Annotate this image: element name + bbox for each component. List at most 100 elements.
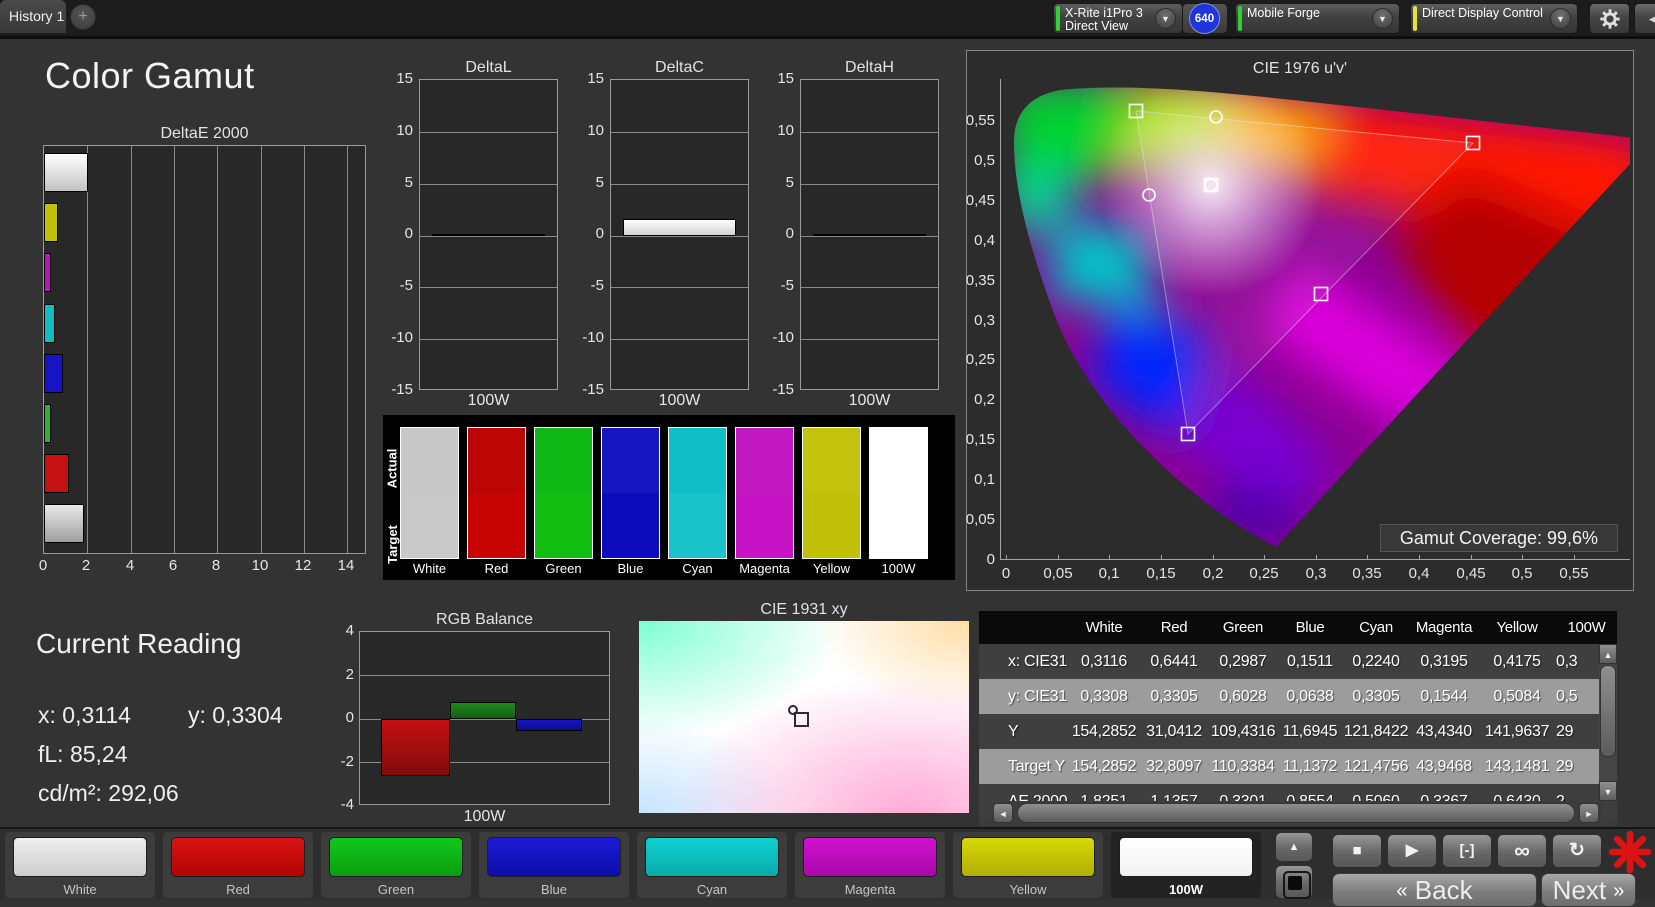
swatch-actual: [602, 428, 659, 493]
collapse-panel-button[interactable]: ◀: [1634, 3, 1655, 34]
table-hscrollbar[interactable]: ◄►: [993, 801, 1603, 825]
delta-ytick: 0: [377, 225, 413, 242]
swatch-label: Yellow: [798, 561, 865, 576]
settings-button[interactable]: [1589, 3, 1630, 34]
continuous-measure-button[interactable]: ∞: [1497, 834, 1547, 868]
display-control-name: Direct Display Control: [1422, 7, 1543, 20]
cie1976-xtick: 0,25: [1242, 565, 1286, 582]
deltae-bar-green: [44, 404, 51, 443]
single-measure-button[interactable]: [-]: [1442, 834, 1492, 868]
table-row-4: Target Y154,285232,8097110,338411,137212…: [979, 749, 1617, 784]
swatch-red: [468, 428, 525, 558]
chevron-down-icon[interactable]: ▼: [1372, 8, 1393, 29]
column-header-blue: Blue: [1278, 611, 1342, 646]
delta-ytick: 5: [758, 174, 794, 191]
scroll-right-button[interactable]: ►: [1579, 803, 1599, 823]
row-label: Target Y: [1004, 749, 1072, 784]
scroll-left-button[interactable]: ◄: [993, 803, 1013, 823]
cie1976-xtick: 0,2: [1191, 565, 1235, 582]
cie1976-xtick: 0,1: [1087, 565, 1131, 582]
cie1976-xtick: 0,3: [1294, 565, 1338, 582]
scroll-down-button[interactable]: ▼: [1599, 781, 1617, 801]
stop-button[interactable]: ■: [1332, 834, 1382, 868]
column-header-cyan: Cyan: [1342, 611, 1410, 646]
cell-value: 0,1511: [1278, 644, 1342, 679]
deltae-chart: [43, 145, 366, 554]
cie1976-xtickmark: [1471, 555, 1472, 560]
tab-history-1[interactable]: History 1: [0, 0, 66, 33]
delta-gridline: [611, 236, 748, 237]
delta-ytick: 0: [758, 225, 794, 242]
meter-dropdown[interactable]: X-Rite i1Pro 3Direct View ▼: [1053, 3, 1183, 34]
meter-status-stripe: [1056, 6, 1060, 31]
cie1976-xtick: 0,4: [1397, 565, 1441, 582]
chevron-down-icon[interactable]: ▼: [1155, 8, 1176, 29]
cell-value: 0,3308: [1068, 679, 1140, 714]
pattern-tile-magenta[interactable]: Magenta: [795, 832, 945, 898]
cell-value: 43,9468: [1410, 749, 1478, 784]
delta-ytick: 0: [568, 225, 604, 242]
cell-value: 121,8422: [1342, 714, 1410, 749]
hscroll-thumb[interactable]: [1017, 803, 1575, 823]
meter-badge-group[interactable]: 640: [1182, 3, 1228, 34]
display-control-dropdown[interactable]: Direct Display Control ▼: [1410, 3, 1578, 34]
pattern-label: Cyan: [637, 882, 787, 897]
swatch-actual: [535, 428, 592, 493]
pattern-tile-yellow[interactable]: Yellow: [953, 832, 1103, 898]
cell-value: 141,9637: [1478, 714, 1556, 749]
cell-value: 0,3305: [1140, 679, 1208, 714]
alert-asterisk-icon[interactable]: [1608, 830, 1652, 874]
cell-value: 0,6028: [1208, 679, 1278, 714]
delta-gridline: [420, 132, 557, 133]
cie1976-ytick: 0,3: [953, 312, 995, 329]
rgb-gridline: [360, 675, 609, 676]
pattern-tile-white[interactable]: White: [5, 832, 155, 898]
pattern-label: Magenta: [795, 882, 945, 897]
rgb-bar-blue: [516, 719, 582, 731]
deltae-gridline: [261, 146, 262, 553]
new-tab-button[interactable]: +: [70, 4, 96, 30]
pattern-window-button[interactable]: [1275, 865, 1313, 899]
window-up-button[interactable]: ▲: [1275, 832, 1313, 862]
rgb-xlabel: 100W: [359, 808, 610, 826]
pattern-swatch: [487, 837, 621, 877]
delta-xlabel: 100W: [610, 392, 749, 410]
vscroll-thumb[interactable]: [1600, 665, 1616, 757]
delta-gridline: [611, 132, 748, 133]
play-button[interactable]: ▶: [1387, 834, 1437, 868]
pattern-tile-blue[interactable]: Blue: [479, 832, 629, 898]
cie1931-panel: [639, 621, 969, 813]
delta-small-chart-deltal: [419, 79, 558, 390]
cell-value: 0,3116: [1068, 644, 1140, 679]
cie1976-ytick: 0,35: [953, 272, 995, 289]
scroll-up-button[interactable]: ▲: [1599, 644, 1617, 664]
cell-value: 0,1544: [1410, 679, 1478, 714]
pattern-label: White: [5, 882, 155, 897]
chevron-down-icon[interactable]: ▼: [1550, 8, 1571, 29]
pattern-tile-green[interactable]: Green: [321, 832, 471, 898]
cie1976-xtick: 0,35: [1345, 565, 1389, 582]
table-vscrollbar[interactable]: ▲▼: [1599, 644, 1617, 801]
back-button[interactable]: « Back: [1332, 873, 1537, 907]
reading-y: y: 0,3304: [188, 702, 283, 729]
delta-xlabel: 100W: [419, 392, 558, 410]
pattern-label: Blue: [479, 882, 629, 897]
cell-value: 0,0638: [1278, 679, 1342, 714]
cie1976-ytick: 0,25: [953, 351, 995, 368]
pattern-tile-100w[interactable]: 100W: [1111, 832, 1261, 898]
rgb-ytick: 4: [328, 622, 354, 639]
pattern-tile-cyan[interactable]: Cyan: [637, 832, 787, 898]
swatch-target: [401, 493, 458, 558]
cell-value: 143,1481: [1478, 749, 1556, 784]
pattern-tile-red[interactable]: Red: [163, 832, 313, 898]
next-button[interactable]: Next »: [1541, 873, 1636, 907]
delta-gridline: [801, 339, 938, 340]
cie1976-title: CIE 1976 u'v': [966, 60, 1634, 78]
pattern-swatch: [803, 837, 937, 877]
source-dropdown[interactable]: Mobile Forge ▼: [1235, 3, 1400, 34]
pattern-label: Red: [163, 882, 313, 897]
back-label: Back: [1415, 875, 1473, 905]
pattern-swatch: [329, 837, 463, 877]
delta-ytick: -5: [758, 277, 794, 294]
refresh-button[interactable]: ↻: [1552, 834, 1602, 868]
